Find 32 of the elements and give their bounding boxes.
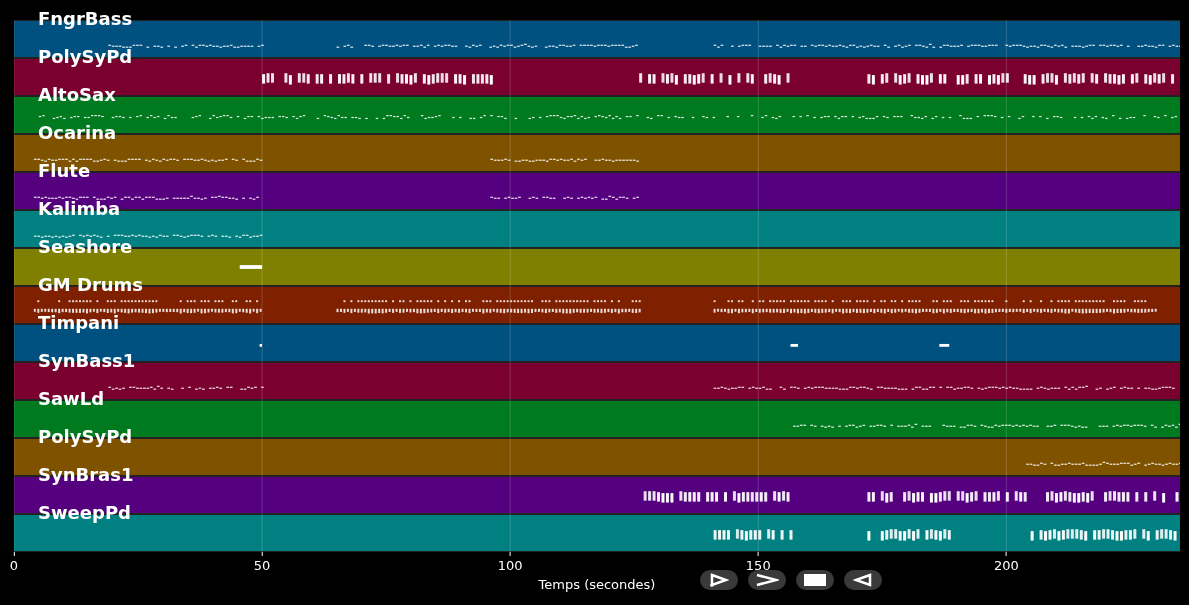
track-name: GM Drums xyxy=(38,276,144,294)
track-name: SynBras1 xyxy=(38,466,134,484)
note-mark xyxy=(790,343,798,347)
playback-button[interactable] xyxy=(796,570,834,590)
playback-button[interactable] xyxy=(700,570,738,590)
track-name: Seashore xyxy=(38,238,133,256)
chevron-right-icon xyxy=(755,573,779,587)
playback-button[interactable] xyxy=(844,570,882,590)
tick-label: 50 xyxy=(253,559,271,572)
track-name: SweepPd xyxy=(38,504,131,522)
track-name: Kalimba xyxy=(38,200,121,218)
note-mark xyxy=(939,343,950,347)
track-name: Ocarina xyxy=(38,124,117,142)
track-name: PolySyPd xyxy=(38,48,133,66)
tick-label: 0 xyxy=(9,559,19,572)
tick-label: 200 xyxy=(993,559,1019,572)
playback-button[interactable] xyxy=(748,570,786,590)
track-name: Timpani xyxy=(38,314,120,332)
track-name: FngrBass xyxy=(38,10,133,28)
tick-label: 100 xyxy=(497,559,523,572)
note-mark xyxy=(239,265,263,269)
tick-label: 150 xyxy=(745,559,771,572)
track-name: SawLd xyxy=(38,390,105,408)
track-name: SynBass1 xyxy=(38,352,136,370)
track-name: Flute xyxy=(38,162,91,180)
stop-icon xyxy=(804,574,826,586)
axis-title: Temps (secondes) xyxy=(538,578,656,591)
play-left-icon xyxy=(853,573,873,587)
play-icon xyxy=(709,573,729,587)
track-name: AltoSax xyxy=(38,86,116,104)
note-mark xyxy=(259,343,263,347)
track-name: PolySyPd xyxy=(38,428,133,446)
